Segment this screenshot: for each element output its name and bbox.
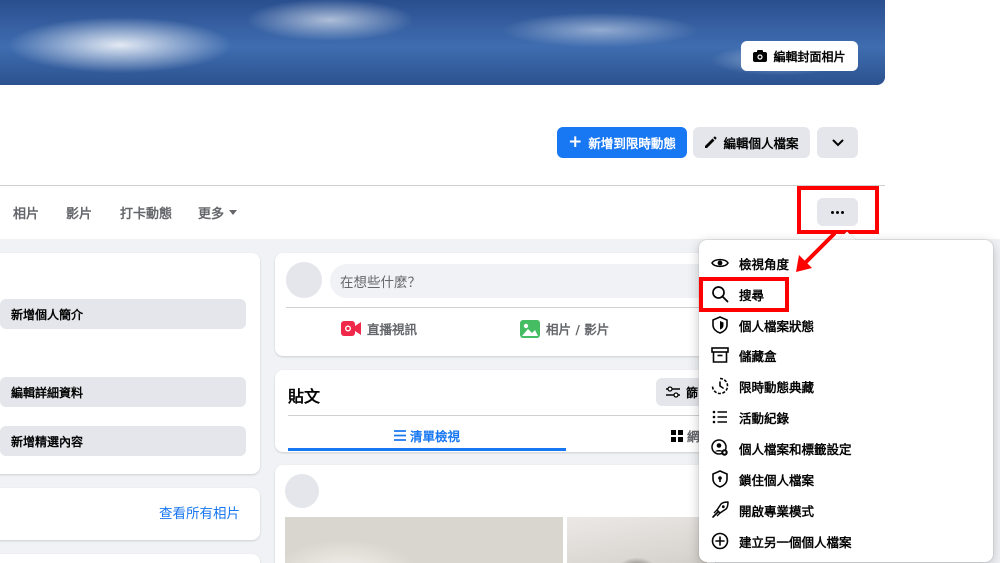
menu-item-story-archive[interactable]: 限時動態典藏 — [707, 372, 985, 400]
tab-checkins[interactable]: 打卡動態 — [120, 203, 172, 222]
edit-cover-label: 編輯封面相片 — [773, 49, 846, 64]
menu-item-profile-status[interactable]: 個人檔案狀態 — [707, 311, 985, 339]
tab-videos[interactable]: 影片 — [66, 203, 92, 222]
caret-down-icon — [229, 210, 238, 215]
add-featured-label: 新增精選內容 — [11, 434, 84, 449]
menu-item-label: 個人檔案狀態 — [739, 318, 815, 334]
edit-details-label: 編輯詳細資料 — [11, 385, 84, 400]
shield-icon — [712, 316, 728, 334]
tab-more[interactable]: 更多 — [198, 203, 238, 222]
menu-item-label: 個人檔案和標籤設定 — [739, 441, 852, 457]
posts-title: 貼文 — [288, 387, 321, 406]
menu-item-label: 儲藏盒 — [739, 348, 777, 364]
photo-video-button[interactable]: 相片 / 影片 — [520, 319, 609, 338]
edit-details-button[interactable]: 編輯詳細資料 — [0, 377, 246, 407]
menu-item-create-profile[interactable]: 建立另一個個人檔案 — [707, 527, 985, 555]
menu-item-label: 檢視角度 — [739, 256, 790, 272]
menu-item-view-as[interactable]: 檢視角度 — [707, 249, 985, 277]
archive-icon — [711, 347, 729, 363]
intro-card: 新增個人簡介 編輯詳細資料 新增精選內容 — [0, 253, 260, 474]
lock-shield-icon — [712, 470, 728, 488]
composer-card: 在想些什麼？ 直播視訊 相片 / 影片 — [275, 253, 715, 356]
plus-circle-icon — [711, 532, 729, 550]
photo-icon — [520, 319, 540, 338]
live-video-label: 直播視訊 — [367, 322, 418, 337]
list-icon — [712, 410, 727, 424]
edit-cover-button[interactable]: 編輯封面相片 — [741, 41, 858, 71]
add-bio-label: 新增個人簡介 — [11, 307, 84, 322]
eye-icon — [711, 258, 729, 268]
menu-item-label: 開啟專業模式 — [739, 503, 815, 519]
filter-label: 篩 — [686, 385, 699, 400]
menu-item-activity-log[interactable]: 活動紀錄 — [707, 403, 985, 431]
plus-icon: + — [568, 132, 583, 152]
pencil-icon — [705, 136, 717, 148]
tab-grid-view[interactable]: 網 — [671, 426, 700, 445]
menu-item-label: 建立另一個個人檔案 — [739, 534, 852, 550]
post-avatar — [285, 474, 319, 508]
see-all-photos-link[interactable]: 查看所有相片 — [159, 502, 240, 522]
chevron-down-icon — [832, 139, 843, 146]
edit-profile-label: 編輯個人檔案 — [723, 136, 799, 151]
list-view-label: 清單檢視 — [410, 429, 461, 444]
composer-placeholder: 在想些什麼？ — [340, 275, 421, 291]
story-archive-icon — [711, 377, 729, 395]
menu-item-profile-tag-settings[interactable]: 個人檔案和標籤設定 — [707, 434, 985, 462]
post-card — [275, 465, 715, 563]
search-highlight — [699, 277, 789, 312]
menu-item-label: 鎖住個人檔案 — [739, 472, 815, 488]
cover-photo: 編輯封面相片 — [0, 0, 885, 85]
profile-page: 編輯封面相片 + 新增到限時動態 編輯個人檔案 相片 影片 打卡動態 更多 新增… — [0, 0, 1000, 563]
active-tab-indicator — [288, 448, 566, 451]
composer-input[interactable]: 在想些什麼？ — [330, 264, 715, 298]
menu-item-label: 活動紀錄 — [739, 410, 790, 426]
menu-item-label: 限時動態典藏 — [739, 379, 815, 395]
header-divider — [0, 185, 885, 186]
filter-icon — [666, 386, 680, 398]
grid-icon — [671, 429, 683, 442]
live-video-button[interactable]: 直播視訊 — [341, 319, 417, 338]
add-story-button[interactable]: + 新增到限時動態 — [557, 127, 687, 158]
menu-item-professional-mode[interactable]: 開啟專業模式 — [707, 496, 985, 524]
friends-card — [0, 554, 260, 563]
photos-card: 查看所有相片 — [0, 488, 260, 540]
add-featured-button[interactable]: 新增精選內容 — [0, 426, 246, 456]
menu-item-archive[interactable]: 儲藏盒 — [707, 341, 985, 369]
professional-icon — [712, 501, 729, 518]
posts-divider — [288, 415, 708, 416]
grid-view-label: 網 — [687, 429, 700, 444]
list-lines-icon — [394, 430, 406, 441]
profile-dropdown-button[interactable] — [817, 127, 858, 158]
tab-photos[interactable]: 相片 — [13, 203, 39, 222]
tab-list-view[interactable]: 清單檢視 — [394, 426, 460, 445]
avatar — [286, 262, 322, 298]
composer-divider — [286, 307, 706, 308]
post-photo-1[interactable] — [285, 517, 563, 563]
camera-icon — [753, 50, 768, 62]
profile-settings-icon — [711, 439, 728, 456]
posts-header-card: 貼文 篩 清單檢視 網 — [275, 370, 715, 452]
tab-more-label: 更多 — [198, 207, 225, 222]
edit-profile-button[interactable]: 編輯個人檔案 — [693, 127, 810, 158]
add-story-label: 新增到限時動態 — [588, 136, 676, 151]
live-video-icon — [341, 321, 361, 336]
more-options-highlight — [797, 186, 879, 234]
add-bio-button[interactable]: 新增個人簡介 — [0, 299, 246, 329]
post-photo-2[interactable] — [567, 517, 707, 563]
photo-video-label: 相片 / 影片 — [546, 322, 610, 337]
menu-item-lock-profile[interactable]: 鎖住個人檔案 — [707, 465, 985, 493]
